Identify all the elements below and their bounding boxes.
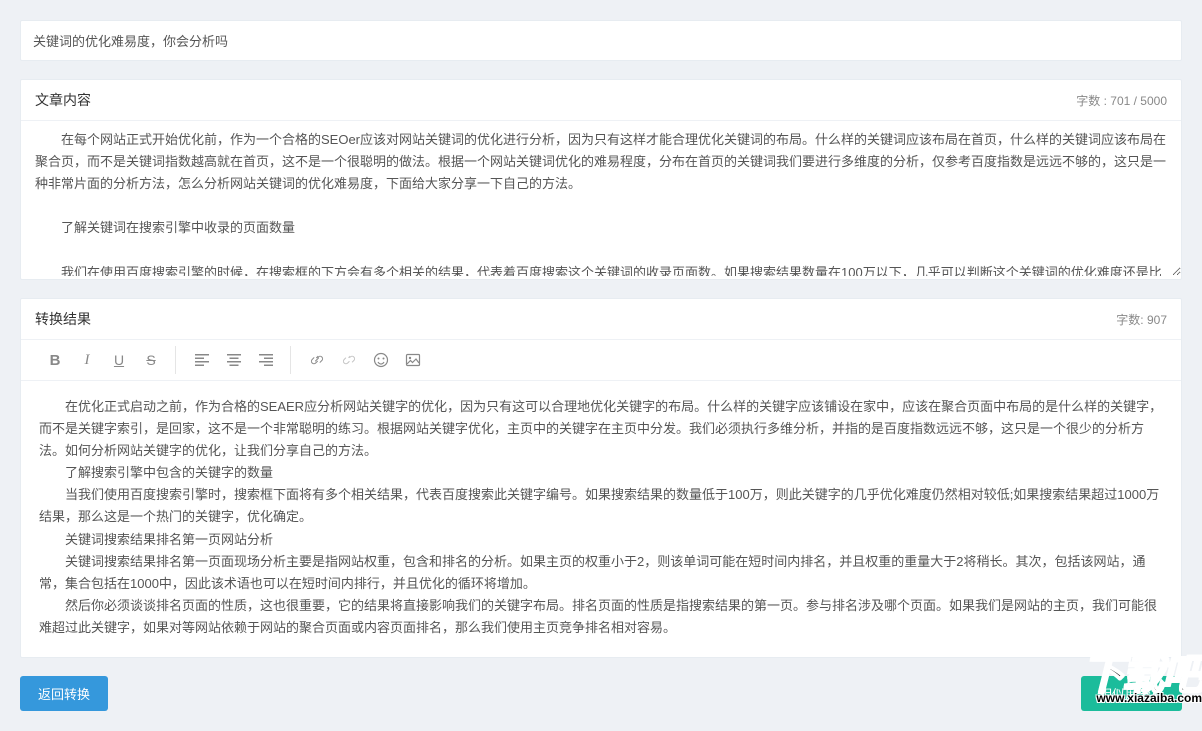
content-textarea[interactable]: [21, 121, 1181, 276]
content-label: 文章内容: [35, 90, 91, 110]
image-button[interactable]: [399, 346, 427, 374]
align-right-button[interactable]: [252, 346, 280, 374]
result-paragraph: 在优化正式启动之前，作为合格的SEAER应分析网站关键字的优化，因为只有这可以合…: [39, 396, 1163, 462]
result-paragraph: 了解搜索引擎中包含的关键字的数量: [39, 462, 1163, 484]
back-convert-button[interactable]: 返回转换: [20, 676, 108, 711]
result-paragraph: 当我们使用百度搜索引擎时，搜索框下面将有多个相关结果，代表百度搜索此关键字编号。…: [39, 484, 1163, 528]
result-label: 转换结果: [35, 309, 91, 329]
result-paragraph: 关键词搜索结果排名第一页面现场分析主要是指网站权重，包含和排名的分析。如果主页的…: [39, 551, 1163, 595]
align-left-button[interactable]: [188, 346, 216, 374]
underline-button[interactable]: U: [105, 346, 133, 374]
content-panel: 文章内容 字数 : 701 / 5000: [20, 79, 1182, 280]
similarity-analysis-button[interactable]: 相似度分析: [1081, 676, 1182, 711]
result-paragraph: 然后你必须谈谈排名页面的性质，这也很重要，它的结果将直接影响我们的关键字布局。排…: [39, 595, 1163, 639]
link-button[interactable]: [303, 346, 331, 374]
title-panel: [20, 20, 1182, 61]
emoji-button[interactable]: [367, 346, 395, 374]
strikethrough-button[interactable]: S: [137, 346, 165, 374]
editor-toolbar: B I U S: [21, 340, 1181, 381]
result-word-count: 字数: 907: [1116, 311, 1167, 328]
result-paragraph: 关键词搜索结果排名第一页网站分析: [39, 529, 1163, 551]
content-header: 文章内容 字数 : 701 / 5000: [21, 80, 1181, 121]
result-header: 转换结果 字数: 907: [21, 299, 1181, 340]
title-input[interactable]: [33, 29, 1169, 52]
align-center-button[interactable]: [220, 346, 248, 374]
bold-button[interactable]: B: [41, 346, 69, 374]
unlink-button[interactable]: [335, 346, 363, 374]
result-panel: 转换结果 字数: 907 B I U S: [20, 298, 1182, 658]
content-word-count: 字数 : 701 / 5000: [1076, 92, 1167, 109]
result-content[interactable]: 在优化正式启动之前，作为合格的SEAER应分析网站关键字的优化，因为只有这可以合…: [21, 381, 1181, 657]
italic-button[interactable]: I: [73, 346, 101, 374]
